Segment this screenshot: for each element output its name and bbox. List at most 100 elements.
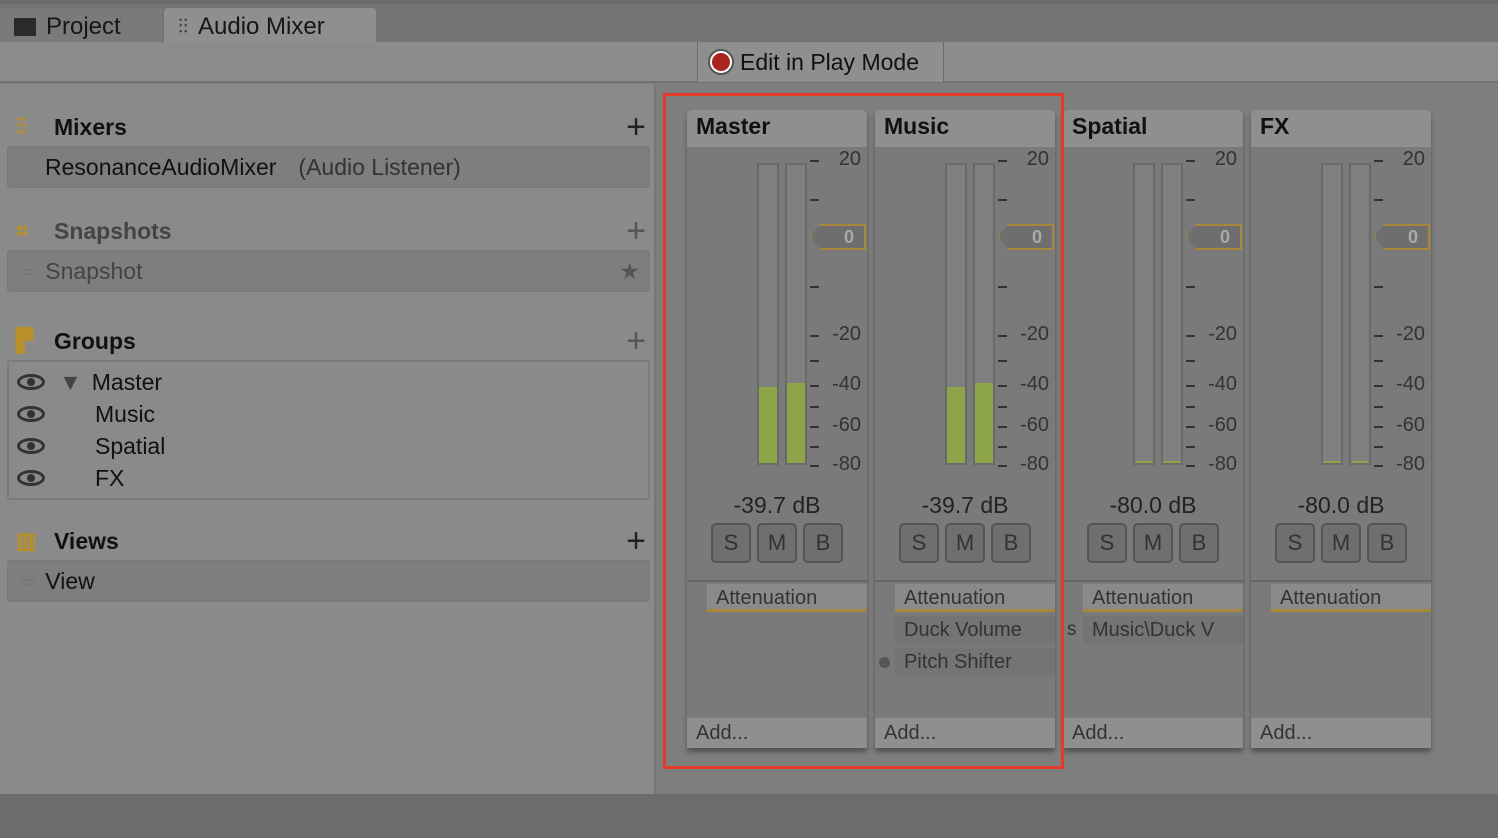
- scale-tick: [1374, 426, 1383, 428]
- scale-tick: [998, 198, 1007, 201]
- volume-fader-handle[interactable]: 0: [1186, 224, 1242, 250]
- effect-slot[interactable]: Duck Volume: [895, 616, 1055, 644]
- mixer-strip-spatial[interactable]: Spatial 20 -20 -40 -60 -80 0 -80.0 dB S M B Attenua…: [1063, 110, 1243, 748]
- level-meter: [945, 163, 967, 465]
- mixers-list: ResonanceAudioMixer (Audio Listener): [7, 146, 650, 188]
- effect-slot[interactable]: Attenuation: [895, 584, 1055, 612]
- bypass-button[interactable]: B: [1367, 523, 1407, 563]
- mixers-header: ⫶⫶ Mixers +: [16, 108, 646, 147]
- scale-tick: [1186, 465, 1195, 467]
- volume-db-readout: -39.7 dB: [733, 492, 821, 518]
- meter-fill: [975, 383, 993, 463]
- strip-title: Spatial: [1063, 110, 1243, 147]
- add-effect-button[interactable]: Add...: [1251, 718, 1431, 748]
- add-mixer-button[interactable]: +: [626, 108, 646, 147]
- scale-label: -40: [1396, 373, 1425, 395]
- list-item-snapshot[interactable]: ═ Snapshot ★: [9, 252, 648, 290]
- group-item-fx[interactable]: FX: [9, 462, 648, 494]
- scale-tick: [1186, 198, 1195, 201]
- scale-tick: [1374, 335, 1383, 337]
- star-icon[interactable]: ★: [619, 258, 640, 285]
- scale-label: -80: [1020, 453, 1049, 475]
- add-group-button[interactable]: +: [626, 322, 646, 361]
- group-item-master[interactable]: ▼ Master: [9, 366, 648, 398]
- solo-button[interactable]: S: [711, 523, 751, 563]
- scale-tick: [1186, 426, 1195, 428]
- mixer-strip-fx[interactable]: FX 20 -20 -40 -60 -80 0 -80.0 dB S M B Attenuation A…: [1251, 110, 1431, 748]
- snapshot-icon: ⌗: [16, 218, 29, 243]
- mute-button[interactable]: M: [1321, 523, 1361, 563]
- collapse-arrow-icon[interactable]: ▼: [59, 369, 82, 396]
- add-snapshot-button[interactable]: +: [626, 212, 646, 251]
- tab-bar: Project ⫶⫶ Audio Mixer: [0, 0, 1498, 46]
- scale-label: 20: [1402, 148, 1425, 170]
- bypass-button[interactable]: B: [1179, 523, 1219, 563]
- mixer-strip-master[interactable]: Master 20 -20 -40 -60 -80 0 -39.7 dB S M B Attenuat…: [687, 110, 867, 748]
- volume-fader-handle[interactable]: 0: [1374, 224, 1430, 250]
- solo-button[interactable]: S: [1275, 523, 1315, 563]
- add-effect-button[interactable]: Add...: [687, 718, 867, 748]
- scale-tick: [810, 426, 819, 428]
- scale-tick: [998, 445, 1007, 448]
- bypass-button[interactable]: B: [991, 523, 1031, 563]
- add-effect-button[interactable]: Add...: [1063, 718, 1243, 748]
- mute-button[interactable]: M: [757, 523, 797, 563]
- eye-icon[interactable]: [17, 374, 45, 390]
- divider: [687, 580, 867, 582]
- scale-tick: [1374, 385, 1383, 387]
- group-name: Master: [91, 368, 163, 395]
- snapshots-list: ═ Snapshot ★: [7, 250, 650, 292]
- volume-fader-handle[interactable]: 0: [998, 224, 1054, 250]
- scale-label: -80: [1208, 453, 1237, 475]
- tab-label: Project: [46, 13, 121, 40]
- scale-tick: [1186, 385, 1195, 387]
- scale-label: -20: [1208, 323, 1237, 345]
- drag-handle-icon[interactable]: ═: [19, 568, 35, 595]
- solo-button[interactable]: S: [899, 523, 939, 563]
- add-effect-button[interactable]: Add...: [875, 718, 1055, 748]
- scale-tick: [1374, 160, 1383, 162]
- scale-label: -60: [832, 414, 861, 436]
- eye-icon[interactable]: [17, 406, 45, 422]
- mute-button[interactable]: M: [1133, 523, 1173, 563]
- eye-icon[interactable]: [17, 438, 45, 454]
- scale-tick: [810, 198, 819, 201]
- edit-in-play-mode-button[interactable]: Edit in Play Mode: [697, 42, 944, 82]
- scale-label: -20: [1020, 323, 1049, 345]
- volume-db-readout: -39.7 dB: [921, 492, 1009, 518]
- tab-project[interactable]: Project: [0, 8, 162, 46]
- mute-button[interactable]: M: [945, 523, 985, 563]
- add-view-button[interactable]: +: [626, 522, 646, 561]
- meter-fill: [1351, 461, 1369, 463]
- tab-audio-mixer[interactable]: ⫶⫶ Audio Mixer: [164, 8, 376, 46]
- scale-label: 20: [1214, 148, 1237, 170]
- scale-tick: [1374, 198, 1383, 201]
- strip-title: Master: [687, 110, 867, 147]
- scale-tick: [1374, 286, 1383, 288]
- effect-slot[interactable]: Attenuation: [1083, 584, 1243, 612]
- level-meter: [1349, 163, 1371, 465]
- edit-in-play-mode-label: Edit in Play Mode: [740, 48, 919, 75]
- bypass-button[interactable]: B: [803, 523, 843, 563]
- group-item-music[interactable]: Music: [9, 398, 648, 430]
- scale-tick: [810, 385, 819, 387]
- drag-handle-icon[interactable]: ═: [19, 258, 35, 285]
- volume-db-readout: -80.0 dB: [1297, 492, 1385, 518]
- solo-button[interactable]: S: [1087, 523, 1127, 563]
- view-name: View: [45, 567, 95, 594]
- mixer-strip-music[interactable]: Music 20 -20 -40 -60 -80 0 -39.7 dB S M B Attenuati…: [875, 110, 1055, 748]
- list-item-mixer[interactable]: ResonanceAudioMixer (Audio Listener): [9, 148, 648, 186]
- scale-label: -80: [1396, 453, 1425, 475]
- list-item-view[interactable]: ═ View: [9, 562, 648, 600]
- eye-icon[interactable]: [17, 470, 45, 486]
- scale-label: -60: [1208, 414, 1237, 436]
- scale-tick: [1374, 405, 1383, 408]
- effect-slot[interactable]: Pitch Shifter: [895, 648, 1055, 676]
- effect-slot[interactable]: Attenuation: [1271, 584, 1431, 612]
- effect-slot[interactable]: Attenuation: [707, 584, 867, 612]
- volume-fader-handle[interactable]: 0: [810, 224, 866, 250]
- group-item-spatial[interactable]: Spatial: [9, 430, 648, 462]
- level-meter: [1321, 163, 1343, 465]
- scale-tick: [998, 335, 1007, 337]
- effect-slot[interactable]: Music\Duck V: [1083, 616, 1243, 644]
